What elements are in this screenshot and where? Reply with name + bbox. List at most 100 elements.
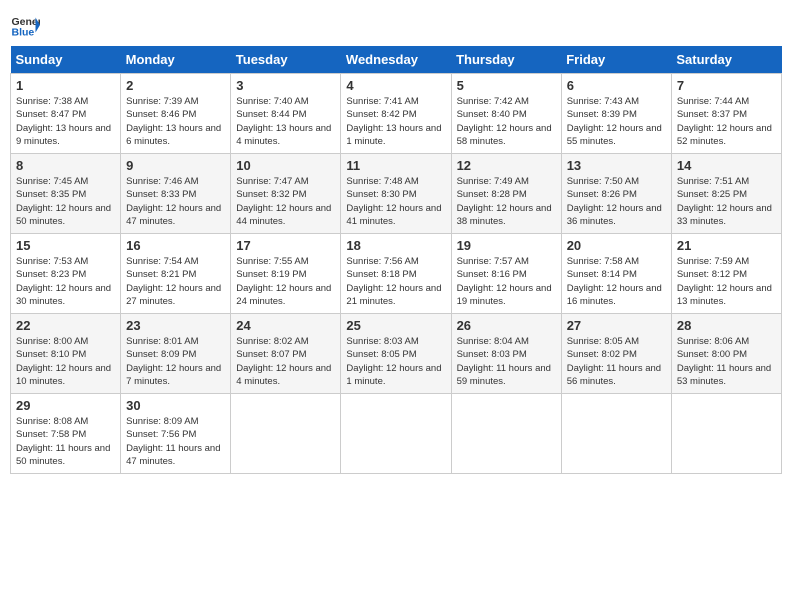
day-info: Sunrise: 8:00 AM Sunset: 8:10 PM Dayligh…: [16, 335, 115, 388]
calendar-table: SundayMondayTuesdayWednesdayThursdayFrid…: [10, 46, 782, 474]
calendar-day: 13 Sunrise: 7:50 AM Sunset: 8:26 PM Dayl…: [561, 154, 671, 234]
day-number: 7: [677, 78, 776, 93]
day-info: Sunrise: 7:46 AM Sunset: 8:33 PM Dayligh…: [126, 175, 225, 228]
day-info: Sunrise: 7:49 AM Sunset: 8:28 PM Dayligh…: [457, 175, 556, 228]
day-number: 22: [16, 318, 115, 333]
calendar-day: [341, 394, 451, 474]
day-info: Sunrise: 8:05 AM Sunset: 8:02 PM Dayligh…: [567, 335, 666, 388]
calendar-day: 28 Sunrise: 8:06 AM Sunset: 8:00 PM Dayl…: [671, 314, 781, 394]
logo-icon: General Blue: [10, 10, 40, 40]
day-info: Sunrise: 7:55 AM Sunset: 8:19 PM Dayligh…: [236, 255, 335, 308]
svg-text:Blue: Blue: [12, 27, 35, 39]
calendar-day: 16 Sunrise: 7:54 AM Sunset: 8:21 PM Dayl…: [121, 234, 231, 314]
day-info: Sunrise: 7:42 AM Sunset: 8:40 PM Dayligh…: [457, 95, 556, 148]
calendar-day: 8 Sunrise: 7:45 AM Sunset: 8:35 PM Dayli…: [11, 154, 121, 234]
day-number: 29: [16, 398, 115, 413]
day-number: 26: [457, 318, 556, 333]
calendar-day: 4 Sunrise: 7:41 AM Sunset: 8:42 PM Dayli…: [341, 74, 451, 154]
day-number: 27: [567, 318, 666, 333]
calendar-day: 23 Sunrise: 8:01 AM Sunset: 8:09 PM Dayl…: [121, 314, 231, 394]
calendar-day: [561, 394, 671, 474]
day-number: 24: [236, 318, 335, 333]
day-info: Sunrise: 7:50 AM Sunset: 8:26 PM Dayligh…: [567, 175, 666, 228]
day-number: 12: [457, 158, 556, 173]
calendar-day: [451, 394, 561, 474]
calendar-day: 10 Sunrise: 7:47 AM Sunset: 8:32 PM Dayl…: [231, 154, 341, 234]
page-header: General Blue: [10, 10, 782, 40]
weekday-header-tuesday: Tuesday: [231, 46, 341, 74]
logo: General Blue: [10, 10, 40, 40]
weekday-header-monday: Monday: [121, 46, 231, 74]
day-info: Sunrise: 8:03 AM Sunset: 8:05 PM Dayligh…: [346, 335, 445, 388]
day-info: Sunrise: 7:51 AM Sunset: 8:25 PM Dayligh…: [677, 175, 776, 228]
day-info: Sunrise: 7:47 AM Sunset: 8:32 PM Dayligh…: [236, 175, 335, 228]
day-number: 30: [126, 398, 225, 413]
day-number: 6: [567, 78, 666, 93]
day-info: Sunrise: 7:58 AM Sunset: 8:14 PM Dayligh…: [567, 255, 666, 308]
calendar-week-row: 15 Sunrise: 7:53 AM Sunset: 8:23 PM Dayl…: [11, 234, 782, 314]
calendar-day: 25 Sunrise: 8:03 AM Sunset: 8:05 PM Dayl…: [341, 314, 451, 394]
day-info: Sunrise: 7:44 AM Sunset: 8:37 PM Dayligh…: [677, 95, 776, 148]
day-number: 23: [126, 318, 225, 333]
day-number: 9: [126, 158, 225, 173]
weekday-header-saturday: Saturday: [671, 46, 781, 74]
calendar-day: 1 Sunrise: 7:38 AM Sunset: 8:47 PM Dayli…: [11, 74, 121, 154]
day-info: Sunrise: 8:09 AM Sunset: 7:56 PM Dayligh…: [126, 415, 225, 468]
day-number: 14: [677, 158, 776, 173]
calendar-week-row: 1 Sunrise: 7:38 AM Sunset: 8:47 PM Dayli…: [11, 74, 782, 154]
calendar-week-row: 29 Sunrise: 8:08 AM Sunset: 7:58 PM Dayl…: [11, 394, 782, 474]
calendar-day: 7 Sunrise: 7:44 AM Sunset: 8:37 PM Dayli…: [671, 74, 781, 154]
day-info: Sunrise: 7:45 AM Sunset: 8:35 PM Dayligh…: [16, 175, 115, 228]
calendar-day: 27 Sunrise: 8:05 AM Sunset: 8:02 PM Dayl…: [561, 314, 671, 394]
day-info: Sunrise: 7:39 AM Sunset: 8:46 PM Dayligh…: [126, 95, 225, 148]
day-info: Sunrise: 8:02 AM Sunset: 8:07 PM Dayligh…: [236, 335, 335, 388]
calendar-day: 11 Sunrise: 7:48 AM Sunset: 8:30 PM Dayl…: [341, 154, 451, 234]
day-info: Sunrise: 7:59 AM Sunset: 8:12 PM Dayligh…: [677, 255, 776, 308]
day-info: Sunrise: 7:41 AM Sunset: 8:42 PM Dayligh…: [346, 95, 445, 148]
day-info: Sunrise: 7:56 AM Sunset: 8:18 PM Dayligh…: [346, 255, 445, 308]
day-number: 11: [346, 158, 445, 173]
weekday-header-sunday: Sunday: [11, 46, 121, 74]
calendar-week-row: 22 Sunrise: 8:00 AM Sunset: 8:10 PM Dayl…: [11, 314, 782, 394]
day-number: 19: [457, 238, 556, 253]
day-info: Sunrise: 8:08 AM Sunset: 7:58 PM Dayligh…: [16, 415, 115, 468]
day-number: 13: [567, 158, 666, 173]
weekday-header-row: SundayMondayTuesdayWednesdayThursdayFrid…: [11, 46, 782, 74]
day-number: 15: [16, 238, 115, 253]
calendar-day: 18 Sunrise: 7:56 AM Sunset: 8:18 PM Dayl…: [341, 234, 451, 314]
day-info: Sunrise: 7:57 AM Sunset: 8:16 PM Dayligh…: [457, 255, 556, 308]
calendar-day: 15 Sunrise: 7:53 AM Sunset: 8:23 PM Dayl…: [11, 234, 121, 314]
day-number: 4: [346, 78, 445, 93]
day-info: Sunrise: 8:01 AM Sunset: 8:09 PM Dayligh…: [126, 335, 225, 388]
day-number: 5: [457, 78, 556, 93]
weekday-header-thursday: Thursday: [451, 46, 561, 74]
calendar-day: 5 Sunrise: 7:42 AM Sunset: 8:40 PM Dayli…: [451, 74, 561, 154]
day-number: 3: [236, 78, 335, 93]
calendar-day: 20 Sunrise: 7:58 AM Sunset: 8:14 PM Dayl…: [561, 234, 671, 314]
day-number: 18: [346, 238, 445, 253]
day-number: 10: [236, 158, 335, 173]
calendar-day: 2 Sunrise: 7:39 AM Sunset: 8:46 PM Dayli…: [121, 74, 231, 154]
calendar-day: 26 Sunrise: 8:04 AM Sunset: 8:03 PM Dayl…: [451, 314, 561, 394]
day-number: 8: [16, 158, 115, 173]
day-info: Sunrise: 7:48 AM Sunset: 8:30 PM Dayligh…: [346, 175, 445, 228]
calendar-day: 21 Sunrise: 7:59 AM Sunset: 8:12 PM Dayl…: [671, 234, 781, 314]
day-number: 28: [677, 318, 776, 333]
day-number: 21: [677, 238, 776, 253]
day-info: Sunrise: 7:38 AM Sunset: 8:47 PM Dayligh…: [16, 95, 115, 148]
calendar-day: 17 Sunrise: 7:55 AM Sunset: 8:19 PM Dayl…: [231, 234, 341, 314]
weekday-header-friday: Friday: [561, 46, 671, 74]
day-info: Sunrise: 7:40 AM Sunset: 8:44 PM Dayligh…: [236, 95, 335, 148]
day-number: 17: [236, 238, 335, 253]
calendar-day: 12 Sunrise: 7:49 AM Sunset: 8:28 PM Dayl…: [451, 154, 561, 234]
day-number: 2: [126, 78, 225, 93]
calendar-day: 14 Sunrise: 7:51 AM Sunset: 8:25 PM Dayl…: [671, 154, 781, 234]
calendar-week-row: 8 Sunrise: 7:45 AM Sunset: 8:35 PM Dayli…: [11, 154, 782, 234]
day-info: Sunrise: 7:53 AM Sunset: 8:23 PM Dayligh…: [16, 255, 115, 308]
calendar-day: 22 Sunrise: 8:00 AM Sunset: 8:10 PM Dayl…: [11, 314, 121, 394]
calendar-day: [671, 394, 781, 474]
calendar-day: 19 Sunrise: 7:57 AM Sunset: 8:16 PM Dayl…: [451, 234, 561, 314]
day-number: 16: [126, 238, 225, 253]
day-number: 1: [16, 78, 115, 93]
calendar-day: 29 Sunrise: 8:08 AM Sunset: 7:58 PM Dayl…: [11, 394, 121, 474]
